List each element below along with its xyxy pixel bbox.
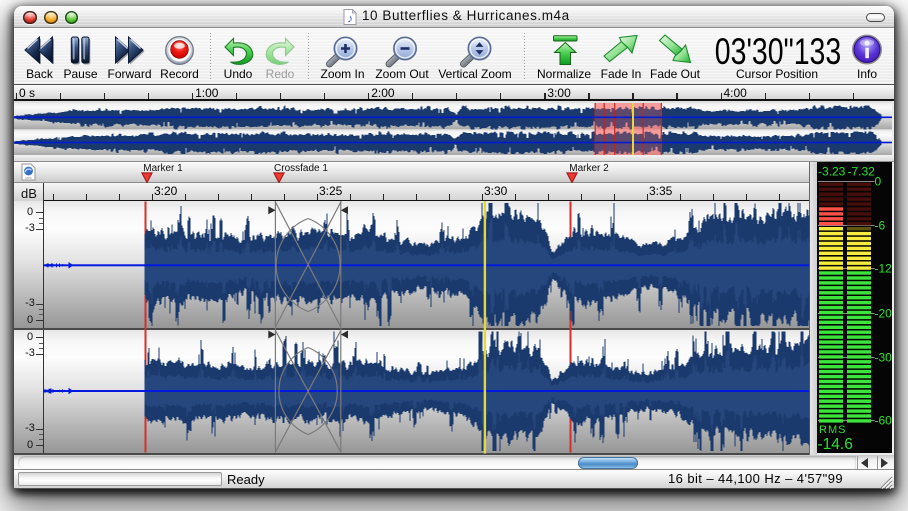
svg-text:♪: ♪ <box>347 12 353 26</box>
svg-text:-7.32: -7.32 <box>848 165 876 179</box>
svg-text:-20: -20 <box>875 307 893 321</box>
svg-text:-14.6: -14.6 <box>818 436 853 453</box>
svg-text:-60: -60 <box>875 414 893 428</box>
svg-text:-30: -30 <box>875 351 893 365</box>
svg-text:RMS: RMS <box>819 424 846 436</box>
svg-text:-6: -6 <box>875 219 886 233</box>
svg-text:-3.23: -3.23 <box>818 165 846 179</box>
svg-text:-12: -12 <box>875 262 893 276</box>
svg-text:0: 0 <box>875 175 882 189</box>
svg-text:MP4: MP4 <box>25 175 32 179</box>
